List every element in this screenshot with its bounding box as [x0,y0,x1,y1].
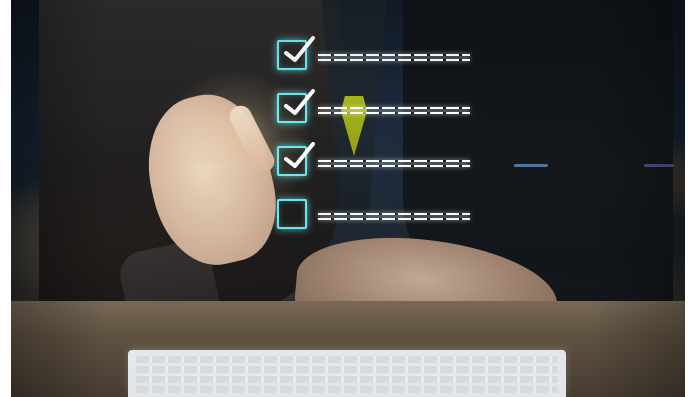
keyboard-row [136,386,558,393]
text-line [318,107,470,109]
checklist-text-lines [318,105,470,117]
keyboard-row [136,356,558,363]
text-line [318,54,470,56]
checklist-text-lines [318,211,470,223]
checklist-text-lines [318,52,470,64]
keyboard-row [136,366,558,373]
white-keyboard [128,350,566,397]
text-line [318,112,470,114]
check-icon [284,142,315,168]
image-frame [0,0,695,397]
blue-glow-line [644,164,674,167]
blue-glow-line [514,164,548,167]
text-line [318,218,470,220]
text-line [318,160,470,162]
text-line [318,213,470,215]
text-line [318,59,470,61]
check-icon [284,89,315,115]
checkbox-icon [277,199,307,229]
floating-checklist [277,36,477,233]
checklist-item [277,89,477,127]
keyboard-row [136,376,558,383]
business-photo [11,0,685,397]
text-line [318,165,470,167]
checklist-item [277,142,477,180]
checklist-item [277,36,477,74]
checklist-text-lines [318,158,470,170]
checklist-item [277,199,477,233]
check-icon [284,36,315,62]
